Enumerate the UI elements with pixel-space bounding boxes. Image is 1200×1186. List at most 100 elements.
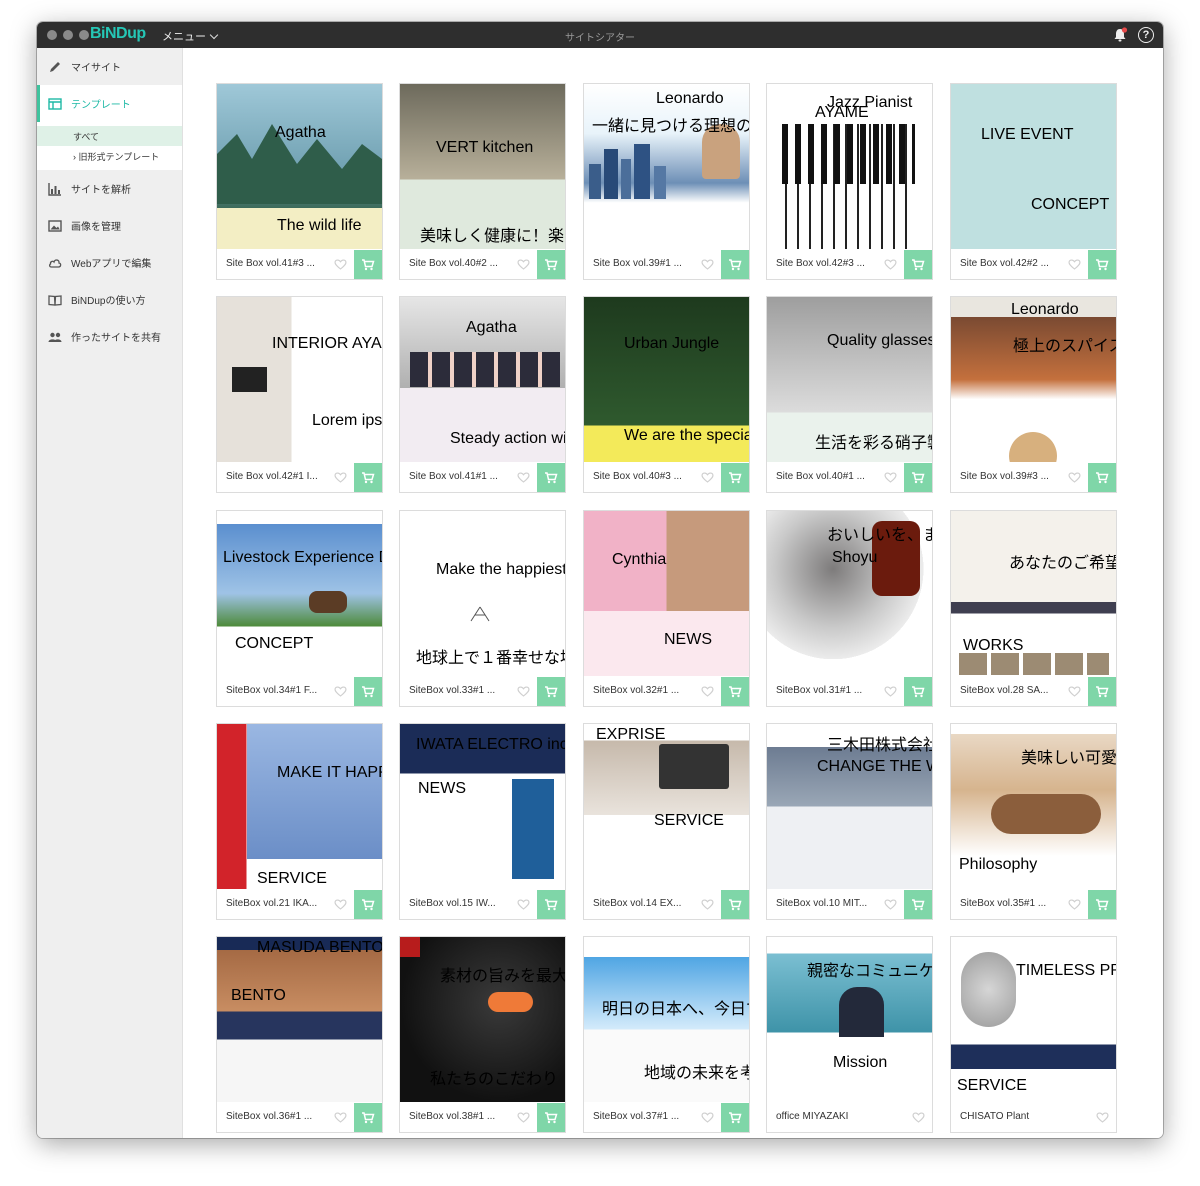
template-thumbnail[interactable]: 親密なコミュニケーションで適正な経営判断をサポート Mission — [767, 937, 932, 1102]
template-thumbnail[interactable]: Make the happiest place on earth. 地球上で１番幸… — [400, 511, 565, 676]
heart-icon[interactable] — [334, 1111, 347, 1123]
template-card[interactable]: あなたのご希望を、わかりやすく丁寧に提案します。 WORKS SiteBox vol… — [950, 510, 1117, 707]
template-card[interactable]: Make the happiest place on earth. 地球上で１番幸… — [399, 510, 566, 707]
template-card[interactable]: 美味しい可愛いヘルシーな食べ物を Philosophy SiteBox vol.35… — [950, 723, 1117, 920]
cart-button[interactable] — [354, 1103, 382, 1132]
cart-button[interactable] — [354, 890, 382, 919]
heart-icon[interactable] — [517, 1111, 530, 1123]
template-card[interactable]: MASUDA BENTO BENTO SiteBox vol.36#1 ... — [216, 936, 383, 1133]
template-card[interactable]: VERT kitchen 美味しく健康に！楽しく学べる料理教室 Site Box v… — [399, 83, 566, 280]
template-card[interactable]: IWATA ELECTRO inc. NEWS SiteBox vol.15 IW.… — [399, 723, 566, 920]
cart-button[interactable] — [904, 890, 932, 919]
template-card[interactable]: INTERIOR AYAME Lorem ipsum dolor sit amet… — [216, 296, 383, 493]
template-card[interactable]: 一緒に見つける理想の住まい。 Leonardo Site Box vol.39#1 … — [583, 83, 750, 280]
template-card[interactable]: AYAME Jazz Pianist Site Box vol.42#3 ... — [766, 83, 933, 280]
template-card[interactable]: Agatha The wild life Site Box vol.41#3 ... — [216, 83, 383, 280]
bell-icon[interactable] — [1112, 27, 1128, 43]
template-card[interactable]: CHANGE THE WORLD 三木田株式会社 SiteBox vol.10 MI… — [766, 723, 933, 920]
sidebar-item-images[interactable]: 画像を管理 — [37, 207, 182, 244]
template-card[interactable]: Quality glasses 生活を彩る硝子製品を Site Box vol.40… — [766, 296, 933, 493]
heart-icon[interactable] — [334, 471, 347, 483]
template-thumbnail[interactable]: VERT kitchen 美味しく健康に！楽しく学べる料理教室 — [400, 84, 565, 249]
sidebar-subitem-all[interactable]: すべて — [37, 126, 182, 146]
heart-icon[interactable] — [1068, 898, 1081, 910]
heart-icon[interactable] — [1068, 685, 1081, 697]
sidebar-subitem-legacy[interactable]: › 旧形式テンプレート — [37, 146, 182, 166]
template-thumbnail[interactable]: あなたのご希望を、わかりやすく丁寧に提案します。 WORKS — [951, 511, 1116, 676]
cart-button[interactable] — [1088, 463, 1116, 492]
template-card[interactable]: TIMELESS PRODUCTS SERVICE CHISATO Plant — [950, 936, 1117, 1133]
heart-icon[interactable] — [884, 898, 897, 910]
template-thumbnail[interactable]: 素材の旨みを最大限に私たちのこだわり — [400, 937, 565, 1102]
heart-icon[interactable] — [701, 898, 714, 910]
template-thumbnail[interactable]: Shoyu おいしいを、まっすぐ。 — [767, 511, 932, 676]
sidebar-item-share[interactable]: 作ったサイトを共有 — [37, 318, 182, 355]
template-thumbnail[interactable]: MAKE IT HAPPEN SERVICE — [217, 724, 382, 889]
template-thumbnail[interactable]: AYAME Jazz Pianist — [767, 84, 932, 249]
template-thumbnail[interactable]: MASUDA BENTO BENTO — [217, 937, 382, 1102]
template-thumbnail[interactable]: 明日の日本へ、今日できること。地域の未来を考える — [584, 937, 749, 1102]
cart-button[interactable] — [721, 250, 749, 279]
cart-button[interactable] — [537, 1103, 565, 1132]
template-card[interactable]: MAKE IT HAPPEN SERVICE SiteBox vol.21 IKA.… — [216, 723, 383, 920]
cart-button[interactable] — [354, 463, 382, 492]
template-thumbnail[interactable]: LIVE EVENT CONCEPT — [951, 84, 1116, 249]
template-card[interactable]: Shoyu おいしいを、まっすぐ。 SiteBox vol.31#1 ... — [766, 510, 933, 707]
minimize-window-button[interactable] — [63, 30, 73, 40]
template-card[interactable]: Cynthia NEWS SiteBox vol.32#1 ... — [583, 510, 750, 707]
cart-button[interactable] — [904, 463, 932, 492]
template-thumbnail[interactable]: 美味しい可愛いヘルシーな食べ物を Philosophy — [951, 724, 1116, 889]
sidebar-item-webapp[interactable]: Webアプリで編集 — [37, 244, 182, 281]
template-card[interactable]: 親密なコミュニケーションで適正な経営判断をサポート Mission office M… — [766, 936, 933, 1133]
help-button[interactable]: ? — [1138, 27, 1154, 43]
template-card[interactable]: Livestock Experience Design Company CONCE… — [216, 510, 383, 707]
template-thumbnail[interactable]: Cynthia NEWS — [584, 511, 749, 676]
cart-button[interactable] — [537, 250, 565, 279]
template-thumbnail[interactable]: 一緒に見つける理想の住まい。 Leonardo — [584, 84, 749, 249]
template-thumbnail[interactable]: INTERIOR AYAME Lorem ipsum dolor sit amet — [217, 297, 382, 462]
sidebar-item-analytics[interactable]: サイトを解析 — [37, 170, 182, 207]
template-thumbnail[interactable]: CHANGE THE WORLD 三木田株式会社 — [767, 724, 932, 889]
sidebar-item-template[interactable]: テンプレート — [37, 85, 182, 122]
heart-icon[interactable] — [517, 685, 530, 697]
heart-icon[interactable] — [517, 471, 530, 483]
cart-button[interactable] — [1088, 250, 1116, 279]
heart-icon[interactable] — [701, 471, 714, 483]
cart-button[interactable] — [1088, 890, 1116, 919]
heart-icon[interactable] — [1068, 258, 1081, 270]
cart-button[interactable] — [537, 463, 565, 492]
cart-button[interactable] — [721, 1103, 749, 1132]
cart-button[interactable] — [904, 677, 932, 706]
heart-icon[interactable] — [912, 1111, 925, 1123]
template-card[interactable]: Leonardo 極上のスパイス 100種類に 出会える店 Site Box vol… — [950, 296, 1117, 493]
heart-icon[interactable] — [517, 898, 530, 910]
heart-icon[interactable] — [334, 258, 347, 270]
zoom-window-button[interactable] — [79, 30, 89, 40]
sidebar-item-guide[interactable]: BiNDupの使い方 — [37, 281, 182, 318]
template-thumbnail[interactable]: Quality glasses 生活を彩る硝子製品を — [767, 297, 932, 462]
template-thumbnail[interactable]: Agatha Steady action with us — [400, 297, 565, 462]
heart-icon[interactable] — [1068, 471, 1081, 483]
cart-button[interactable] — [537, 677, 565, 706]
heart-icon[interactable] — [334, 685, 347, 697]
template-thumbnail[interactable]: IWATA ELECTRO inc. NEWS — [400, 724, 565, 889]
heart-icon[interactable] — [884, 471, 897, 483]
cart-button[interactable] — [721, 890, 749, 919]
template-card[interactable]: 素材の旨みを最大限に私たちのこだわり SiteBox vol.38#1 ... — [399, 936, 566, 1133]
heart-icon[interactable] — [701, 258, 714, 270]
template-thumbnail[interactable]: Urban Jungle We are the specialists of ho… — [584, 297, 749, 462]
heart-icon[interactable] — [1096, 1111, 1109, 1123]
template-card[interactable]: EXPRISE SERVICE SiteBox vol.14 EX... — [583, 723, 750, 920]
heart-icon[interactable] — [701, 685, 714, 697]
heart-icon[interactable] — [334, 898, 347, 910]
template-thumbnail[interactable]: Leonardo 極上のスパイス 100種類に 出会える店 — [951, 297, 1116, 462]
cart-button[interactable] — [537, 890, 565, 919]
template-card[interactable]: Urban Jungle We are the specialists of ho… — [583, 296, 750, 493]
template-thumbnail[interactable]: Livestock Experience Design Company CONCE… — [217, 511, 382, 676]
cart-button[interactable] — [721, 463, 749, 492]
menu-dropdown[interactable]: メニュー — [162, 28, 219, 44]
cart-button[interactable] — [354, 677, 382, 706]
heart-icon[interactable] — [884, 685, 897, 697]
cart-button[interactable] — [354, 250, 382, 279]
template-thumbnail[interactable]: TIMELESS PRODUCTS SERVICE — [951, 937, 1116, 1102]
